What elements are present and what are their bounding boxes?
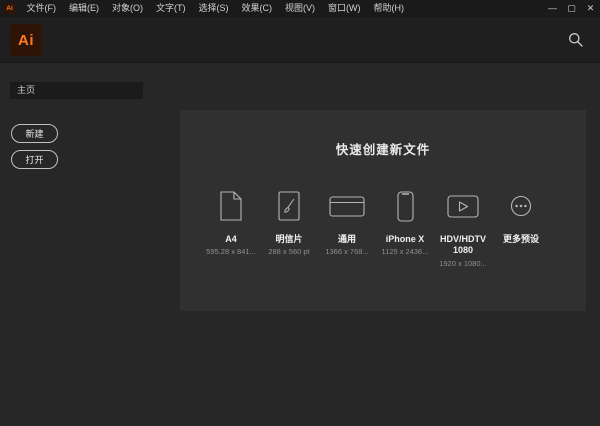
preset-name: 明信片 — [260, 234, 318, 245]
new-file-button[interactable]: 新建 — [11, 124, 58, 143]
maximize-button[interactable]: ▢ — [562, 0, 581, 17]
preset-name: iPhone X — [376, 234, 434, 245]
preset-hdtv-1080[interactable]: HDV/HDTV 1080 1920 x 1080... — [434, 186, 492, 269]
preset-size: 1125 x 2436... — [376, 247, 434, 258]
menu-item-type[interactable]: 文字(T) — [150, 0, 193, 17]
app-icon[interactable]: Ai — [4, 3, 15, 14]
preset-name: A4 — [202, 234, 260, 245]
preset-size: 595.28 x 841... — [202, 247, 260, 258]
menu-item-window[interactable]: 窗口(W) — [322, 0, 368, 17]
preset-row: A4 595.28 x 841... 明信片 288 x 560 pt — [180, 186, 586, 269]
menu-item-file[interactable]: 文件(F) — [20, 0, 63, 17]
preset-size: 1366 x 768... — [318, 247, 376, 258]
close-button[interactable]: ✕ — [581, 0, 600, 17]
illustrator-logo: Ai — [10, 24, 42, 56]
illustrator-home-window: Ai 文件(F) 编辑(E) 对象(O) 文字(T) 选择(S) 效果(C) 视… — [0, 0, 600, 426]
preset-postcard[interactable]: 明信片 288 x 560 pt — [260, 186, 318, 269]
preset-size: 288 x 560 pt — [260, 247, 318, 258]
preset-iphone-x[interactable]: iPhone X 1125 x 2436... — [376, 186, 434, 269]
preset-name: 通用 — [318, 234, 376, 245]
preset-web-common[interactable]: 通用 1366 x 768... — [318, 186, 376, 269]
preset-a4[interactable]: A4 595.28 x 841... — [202, 186, 260, 269]
open-file-button[interactable]: 打开 — [11, 150, 58, 169]
home-tab[interactable]: 主页 — [10, 82, 143, 99]
menu-item-edit[interactable]: 编辑(E) — [63, 0, 106, 17]
search-icon[interactable] — [568, 32, 584, 48]
more-ellipsis-icon — [492, 186, 550, 226]
menu-item-effect[interactable]: 效果(C) — [235, 0, 279, 17]
menu-item-object[interactable]: 对象(O) — [106, 0, 150, 17]
preset-name: HDV/HDTV 1080 — [434, 234, 492, 257]
appbar: Ai — [0, 17, 600, 63]
video-play-icon — [434, 186, 492, 226]
menu-item-view[interactable]: 视图(V) — [279, 0, 322, 17]
preset-more[interactable]: 更多预设 — [492, 186, 550, 269]
preset-size: 1920 x 1080... — [434, 259, 492, 270]
quick-start-panel: 快速创建新文件 A4 595.28 x 841... — [180, 110, 586, 311]
menu-item-help[interactable]: 帮助(H) — [367, 0, 411, 17]
browser-window-icon — [318, 186, 376, 226]
home-screen: 主页 新建 打开 快速创建新文件 A4 595.28 x 841... — [0, 63, 600, 426]
postcard-brush-icon — [260, 186, 318, 226]
menu-item-select[interactable]: 选择(S) — [192, 0, 235, 17]
minimize-button[interactable]: — — [543, 0, 562, 17]
phone-icon — [376, 186, 434, 226]
preset-name: 更多预设 — [492, 234, 550, 245]
menubar: Ai 文件(F) 编辑(E) 对象(O) 文字(T) 选择(S) 效果(C) 视… — [0, 0, 600, 17]
document-icon — [202, 186, 260, 226]
quick-start-title: 快速创建新文件 — [180, 139, 586, 158]
